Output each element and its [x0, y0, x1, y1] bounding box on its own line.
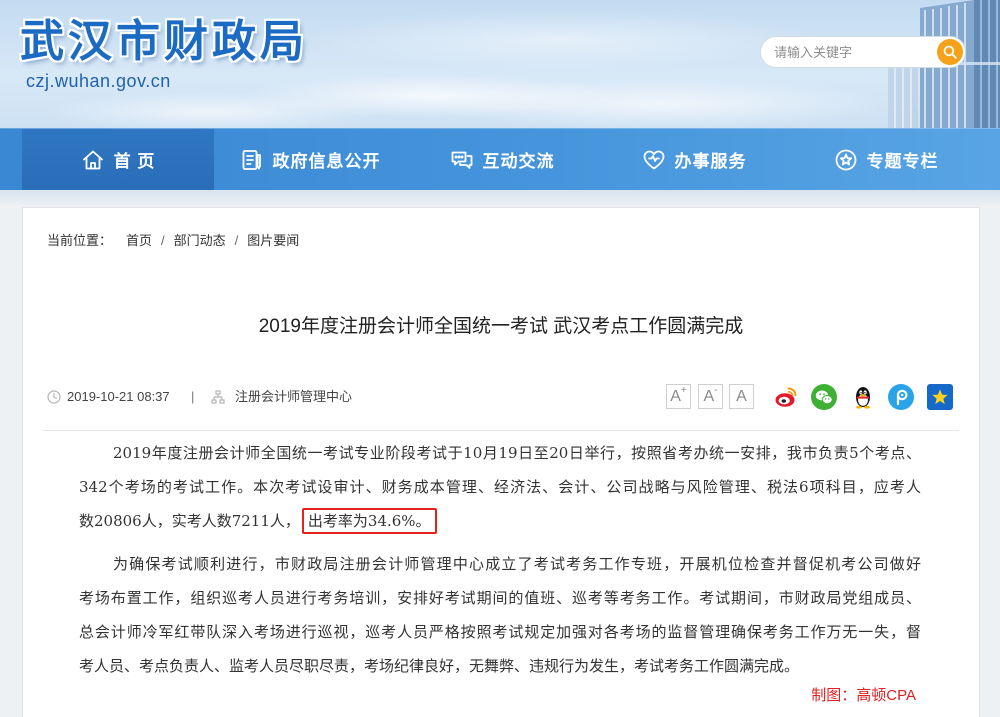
site-header: 武汉市财政局 czj.wuhan.gov.cn — [0, 0, 1000, 128]
breadcrumb-prefix: 当前位置： — [47, 233, 113, 248]
paragraph-line: 总会计师冷军红带队深入考场进行巡视，巡考人员严格按照考试规定加强对各考场的监督管… — [79, 623, 921, 641]
nav-label: 互动交流 — [482, 152, 555, 171]
font-increase-button[interactable]: A+ — [666, 384, 691, 409]
nav-item-gov-info[interactable]: 政府信息公开 — [214, 129, 406, 190]
nav-shadow-strip — [0, 190, 1000, 207]
chat-bubbles-icon — [451, 151, 472, 169]
publish-date: 2019-10-21 08:37 — [67, 389, 170, 404]
font-button-sup: - — [714, 384, 718, 396]
image-credit: 制图：高顿CPA — [811, 687, 916, 704]
paragraph-2: 为确保考试顺利进行，市财政局注册会计师管理中心成立了考试考务工作专班，开展机位检… — [79, 547, 921, 683]
paragraph-line: 为确保考试顺利进行，市财政局注册会计师管理中心成立了考试考务工作专班，开展机位检… — [113, 555, 921, 573]
document-list-icon — [242, 149, 261, 170]
search-button[interactable] — [937, 39, 963, 65]
article-card: 当前位置： 首页 / 部门动态 / 图片要闻 2019年度注册会计师全国统一考试… — [22, 207, 980, 717]
font-decrease-button[interactable]: A- — [698, 384, 723, 409]
qq-icon[interactable] — [850, 384, 876, 410]
main-nav: 首 页 政府信息公开 互动交流 办事服务 专题专栏 — [0, 128, 1000, 190]
font-reset-button[interactable]: A — [729, 384, 754, 409]
breadcrumb-item-photo-news[interactable]: 图片要闻 — [247, 231, 299, 251]
meta-divider-line — [43, 430, 959, 431]
wechat-icon[interactable] — [811, 384, 837, 410]
article-title: 2019年度注册会计师全国统一考试 武汉考点工作圆满完成 — [258, 316, 744, 337]
font-button-letter: A — [736, 388, 747, 405]
paragraph-line: 考场布置工作，组织巡考人员进行考务培训，安排好考试期间的值班、巡考等考务工作。考… — [79, 589, 921, 607]
paragraph-text: 数20806人，实考人数7211人， — [79, 512, 300, 530]
highlighted-attendance-rate: 出考率为34.6%。 — [301, 508, 437, 534]
breadcrumb-item-home[interactable]: 首页 — [126, 231, 152, 251]
nav-label: 专题专栏 — [866, 152, 939, 171]
paragraph-line: 数20806人，实考人数7211人， 出考率为34.6%。 — [79, 504, 921, 538]
font-button-letter: A — [670, 388, 681, 405]
breadcrumb: 当前位置： 首页 / 部门动态 / 图片要闻 — [47, 231, 299, 251]
nav-item-home[interactable]: 首 页 — [22, 129, 214, 190]
article-meta: 2019-10-21 08:37 | 注册会计师管理中心 A+ A- A — [23, 376, 979, 418]
font-button-sup: + — [680, 384, 687, 396]
site-domain: czj.wuhan.gov.cn — [26, 71, 171, 91]
meta-divider: | — [191, 389, 195, 404]
home-icon — [82, 150, 103, 169]
breadcrumb-separator: / — [161, 233, 165, 248]
star-circle-icon — [835, 149, 856, 170]
nav-item-topics[interactable]: 专题专栏 — [790, 129, 982, 190]
org-chart-icon — [211, 390, 225, 404]
breadcrumb-item-department-news[interactable]: 部门动态 — [174, 231, 226, 251]
clock-icon — [47, 390, 61, 404]
heart-icon — [643, 150, 664, 169]
nav-label: 首 页 — [113, 152, 156, 171]
paragraph-line: 342个考场的考试工作。本次考试设审计、财务成本管理、经济法、会计、公司战略与风… — [79, 478, 921, 496]
nav-item-services[interactable]: 办事服务 — [598, 129, 790, 190]
article-source: 注册会计师管理中心 — [235, 389, 353, 404]
nav-label: 政府信息公开 — [272, 152, 381, 171]
paragraph-line: 2019年度注册会计师全国统一考试专业阶段考试于10月19日至20日举行，按照省… — [113, 444, 921, 462]
search-box — [760, 36, 966, 68]
weibo-icon[interactable] — [773, 384, 799, 410]
search-input[interactable] — [774, 42, 934, 62]
qzone-icon[interactable] — [927, 384, 953, 410]
site-title[interactable]: 武汉市财政局 — [20, 14, 308, 70]
paragraph-line: 考人员、考点负责人、监考人员尽职尽责，考场纪律良好，无舞弊、违规行为发生，考试考… — [79, 657, 800, 675]
nav-label: 办事服务 — [674, 152, 747, 171]
paragraph-1: 2019年度注册会计师全国统一考试专业阶段考试于10月19日至20日举行，按照省… — [79, 436, 921, 538]
tencent-weibo-icon[interactable] — [888, 384, 914, 410]
search-icon — [943, 45, 957, 59]
nav-item-interaction[interactable]: 互动交流 — [406, 129, 598, 190]
font-button-letter: A — [703, 388, 715, 405]
breadcrumb-separator: / — [234, 233, 239, 248]
